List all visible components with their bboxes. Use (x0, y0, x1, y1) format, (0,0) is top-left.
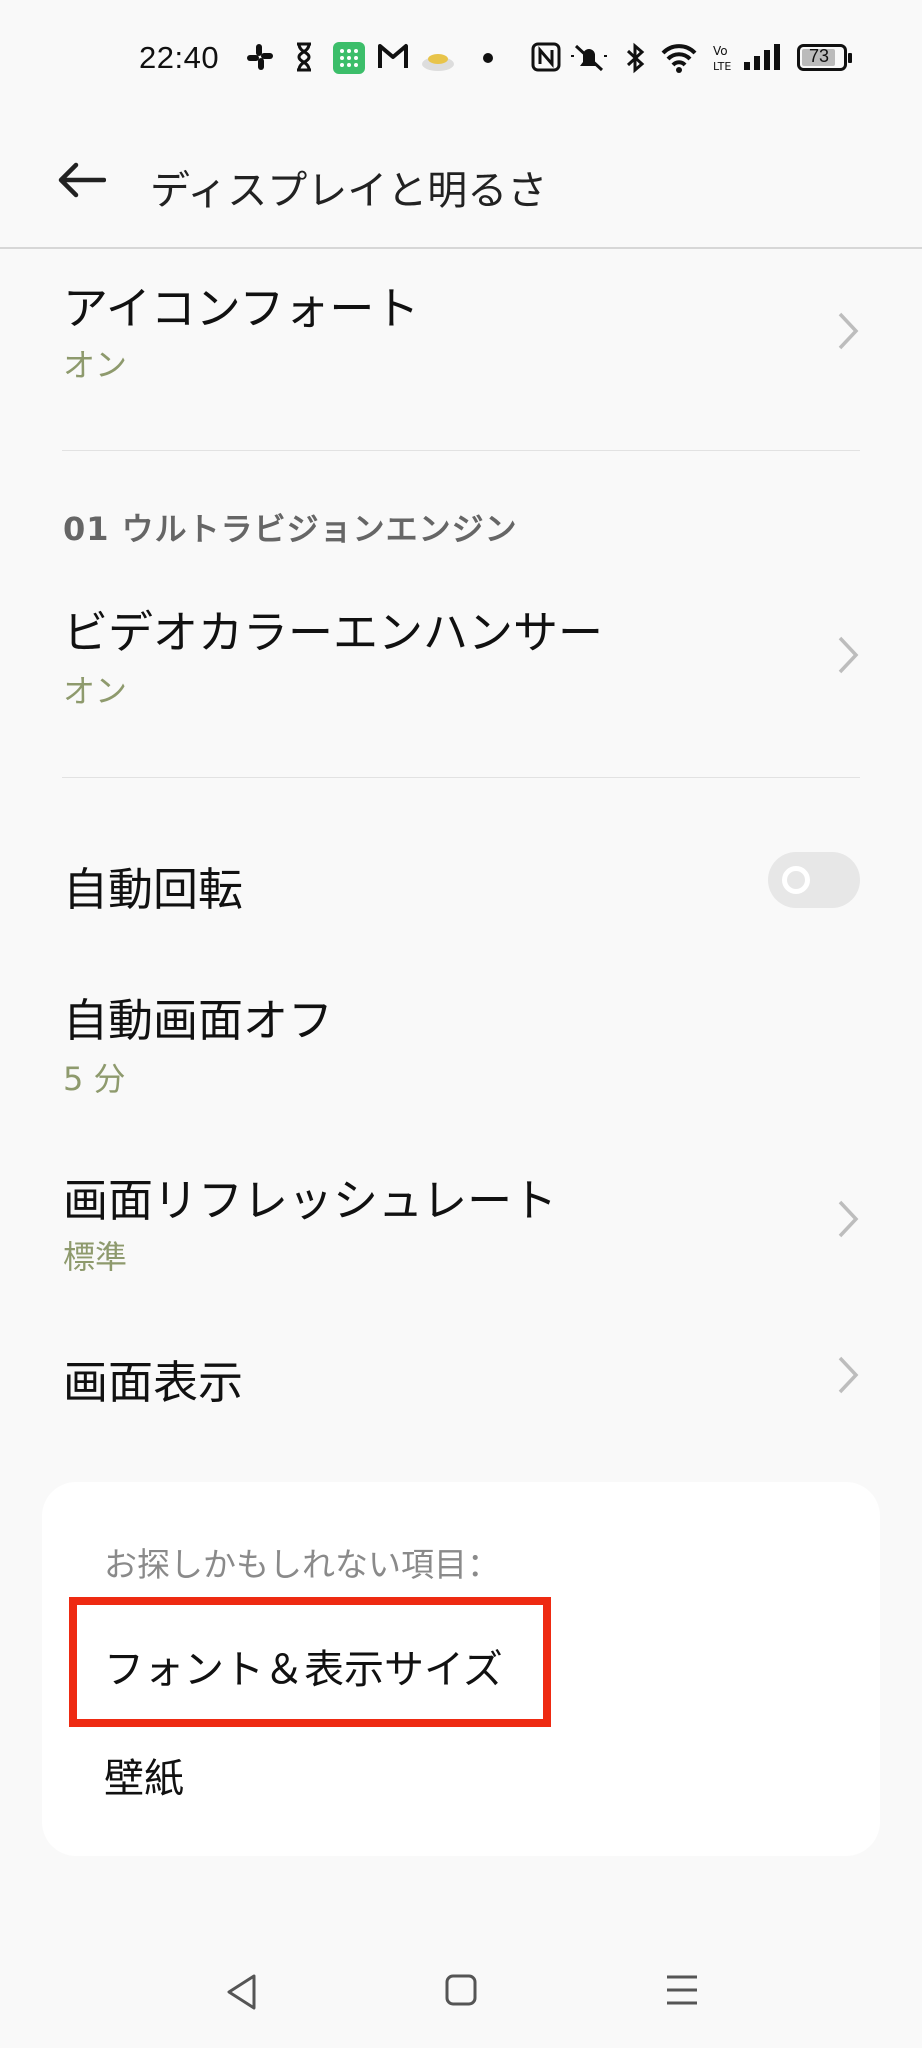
volte-icon: Vo LTE (713, 44, 731, 73)
setting-title: 画面表示 (63, 1356, 244, 1409)
setting-title: ビデオカラーエンハンサー (63, 606, 604, 659)
bluetooth-icon (626, 42, 645, 74)
suggestions-heading: お探しかもしれない項目： (104, 1545, 500, 1584)
wifi-icon (661, 44, 697, 73)
toggle-knob (782, 866, 810, 894)
setting-value: オン (63, 672, 128, 710)
back-arrow-icon[interactable] (56, 160, 106, 200)
hourglass-icon (297, 42, 311, 72)
battery-level: 73 (809, 46, 830, 66)
chevron-right-icon (838, 1200, 859, 1238)
auto-rotate-toggle[interactable] (768, 852, 860, 908)
menu-icon[interactable] (664, 1972, 700, 2008)
setting-title: アイコンフォート (63, 282, 420, 335)
suggestion-wallpaper[interactable]: 壁紙 (104, 1746, 184, 1804)
highlight-box (69, 1597, 551, 1727)
page-title: ディスプレイと明るさ (150, 168, 548, 214)
setting-value: 標準 (63, 1238, 128, 1276)
mute-icon (571, 44, 607, 72)
divider (62, 450, 860, 451)
signal-icon (744, 44, 780, 70)
nfc-icon (531, 42, 561, 72)
dot-icon (483, 53, 493, 63)
gmail-icon (378, 44, 408, 68)
header-divider (0, 247, 922, 249)
divider (62, 777, 860, 778)
chevron-right-icon (838, 636, 859, 674)
slack-icon (247, 44, 273, 70)
chevron-right-icon (838, 1356, 859, 1394)
setting-title: 自動画面オフ (63, 994, 334, 1047)
setting-value: 5 分 (63, 1060, 126, 1098)
back-triangle-icon[interactable] (224, 1972, 260, 2012)
setting-icon-font[interactable]: アイコンフォート オン (0, 260, 922, 390)
app-icon (422, 54, 454, 71)
setting-refresh-rate[interactable]: 画面リフレッシュレート 標準 (0, 1160, 922, 1280)
setting-screen-display[interactable]: 画面表示 (0, 1340, 922, 1430)
section-label: 01 ウルトラビジョンエンジン (63, 510, 518, 548)
setting-auto-rotate-label: 自動回転 (63, 863, 244, 916)
chevron-right-icon (838, 312, 859, 350)
setting-auto-screen-off[interactable]: 自動画面オフ 5 分 (0, 980, 922, 1100)
home-square-icon[interactable] (444, 1972, 478, 2008)
svg-text:Vo: Vo (713, 44, 728, 58)
setting-title: 画面リフレッシュレート (63, 1174, 558, 1227)
svg-text:LTE: LTE (713, 60, 731, 73)
grid-app-icon (333, 42, 365, 74)
status-time: 22:40 (139, 40, 220, 75)
setting-video-color-enhancer[interactable]: ビデオカラーエンハンサー オン (0, 590, 922, 720)
battery-icon: 73 (797, 44, 852, 71)
setting-value: オン (63, 346, 128, 384)
